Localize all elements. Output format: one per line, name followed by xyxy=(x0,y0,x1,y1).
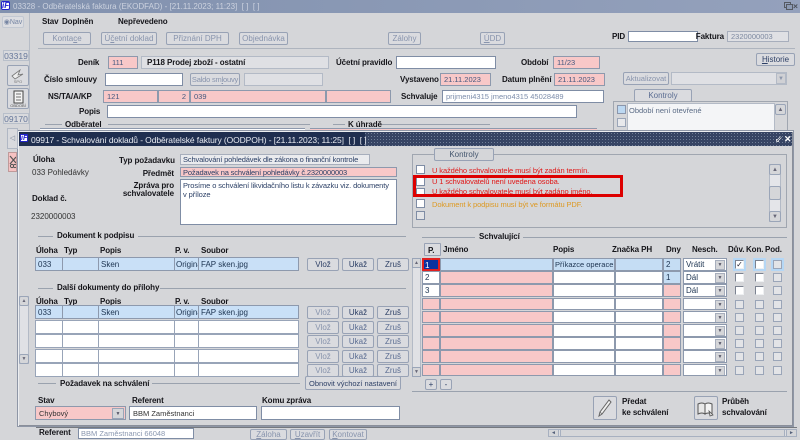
svg-text:SPO: SPO xyxy=(14,79,22,84)
svg-text:OBDOBÍ: OBDOBÍ xyxy=(10,103,26,108)
